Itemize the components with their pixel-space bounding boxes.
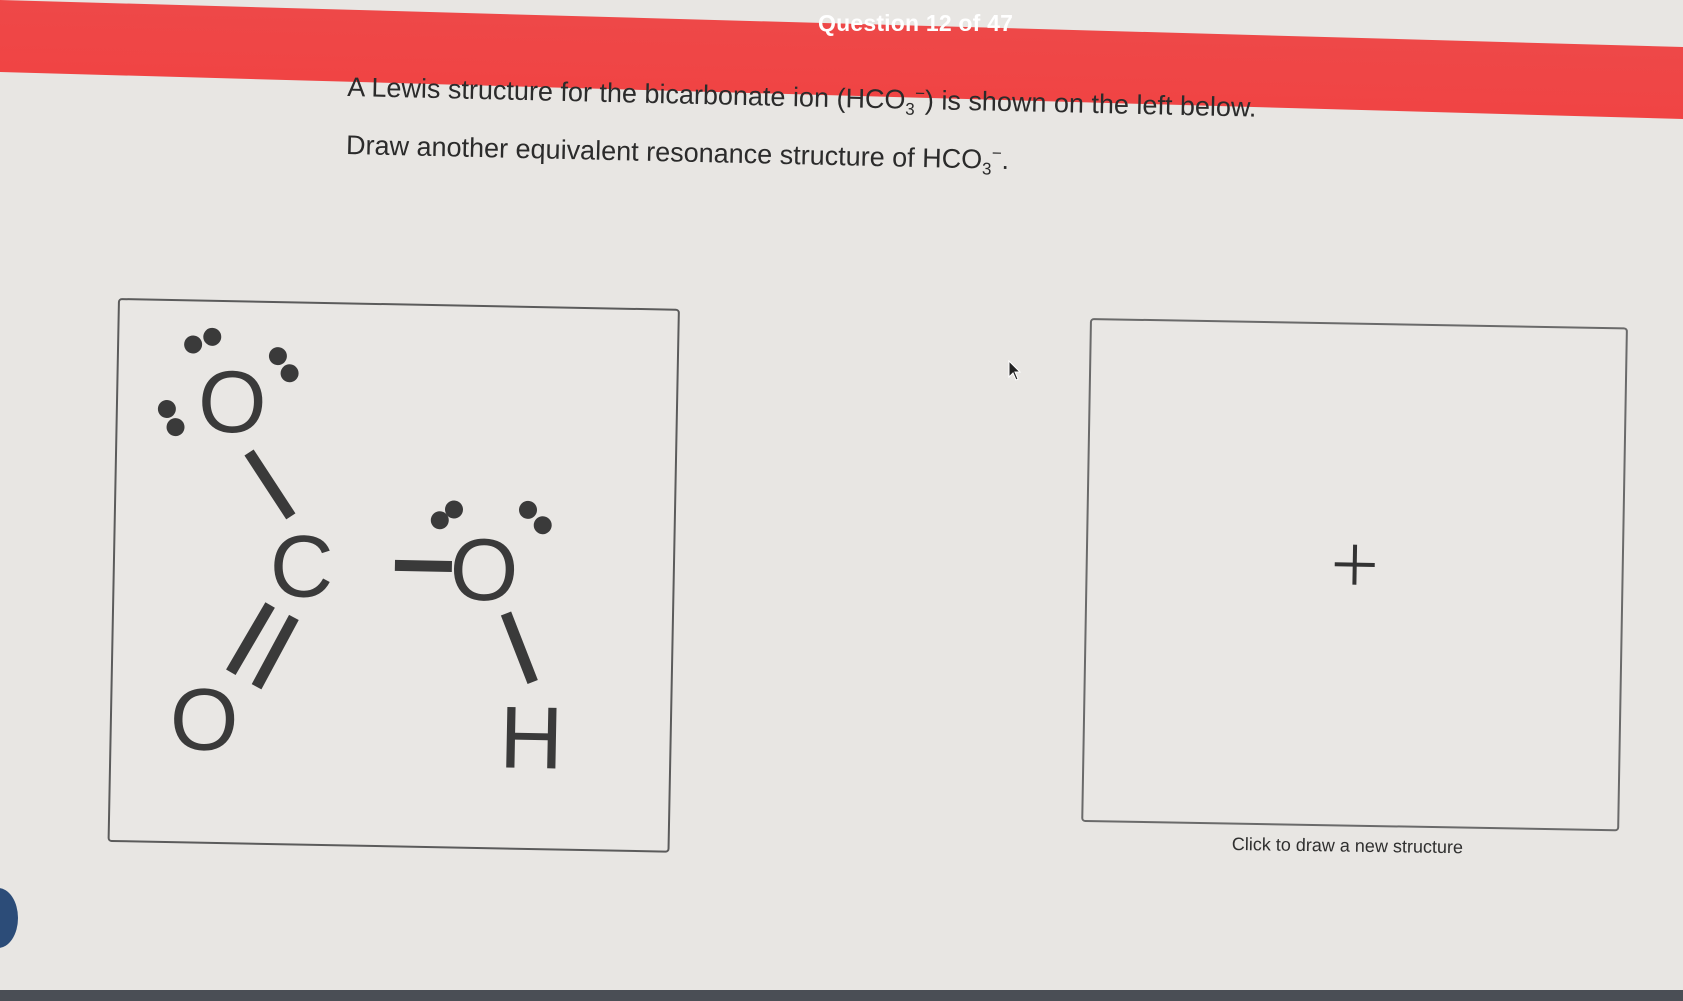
mouse-cursor-icon xyxy=(1008,359,1022,382)
bottom-bar xyxy=(0,990,1683,1001)
draw-new-structure-caption[interactable]: Click to draw a new structure xyxy=(1232,834,1463,858)
atom-o-right: O xyxy=(449,519,519,619)
bond-c-o-top xyxy=(244,449,296,520)
draw-structure-area[interactable] xyxy=(1081,318,1628,832)
lone-pair-electron xyxy=(519,500,538,519)
lone-pair-electron xyxy=(203,327,222,346)
bond-o-h xyxy=(500,611,538,685)
lewis-structure-svg: O C O O H xyxy=(157,327,564,788)
atom-hydrogen: H xyxy=(499,687,564,787)
lone-pair-electron xyxy=(166,418,185,437)
atom-o-top: O xyxy=(197,352,267,452)
given-lewis-structure-panel: O C O O H xyxy=(107,298,680,853)
question-prompt: A Lewis structure for the bicarbonate io… xyxy=(345,60,1387,200)
lone-pair-electron xyxy=(157,399,176,418)
lone-pair-electron xyxy=(280,364,299,383)
lone-pair-electron xyxy=(268,347,287,366)
bond-c-o-right xyxy=(394,559,453,572)
question-counter: Question 12 of 47 xyxy=(818,10,1014,36)
lone-pair-electron xyxy=(533,516,552,535)
plus-icon[interactable] xyxy=(1334,544,1375,585)
side-widget[interactable] xyxy=(0,888,18,948)
atom-carbon: C xyxy=(269,516,334,616)
atom-o-bottom: O xyxy=(169,669,239,769)
